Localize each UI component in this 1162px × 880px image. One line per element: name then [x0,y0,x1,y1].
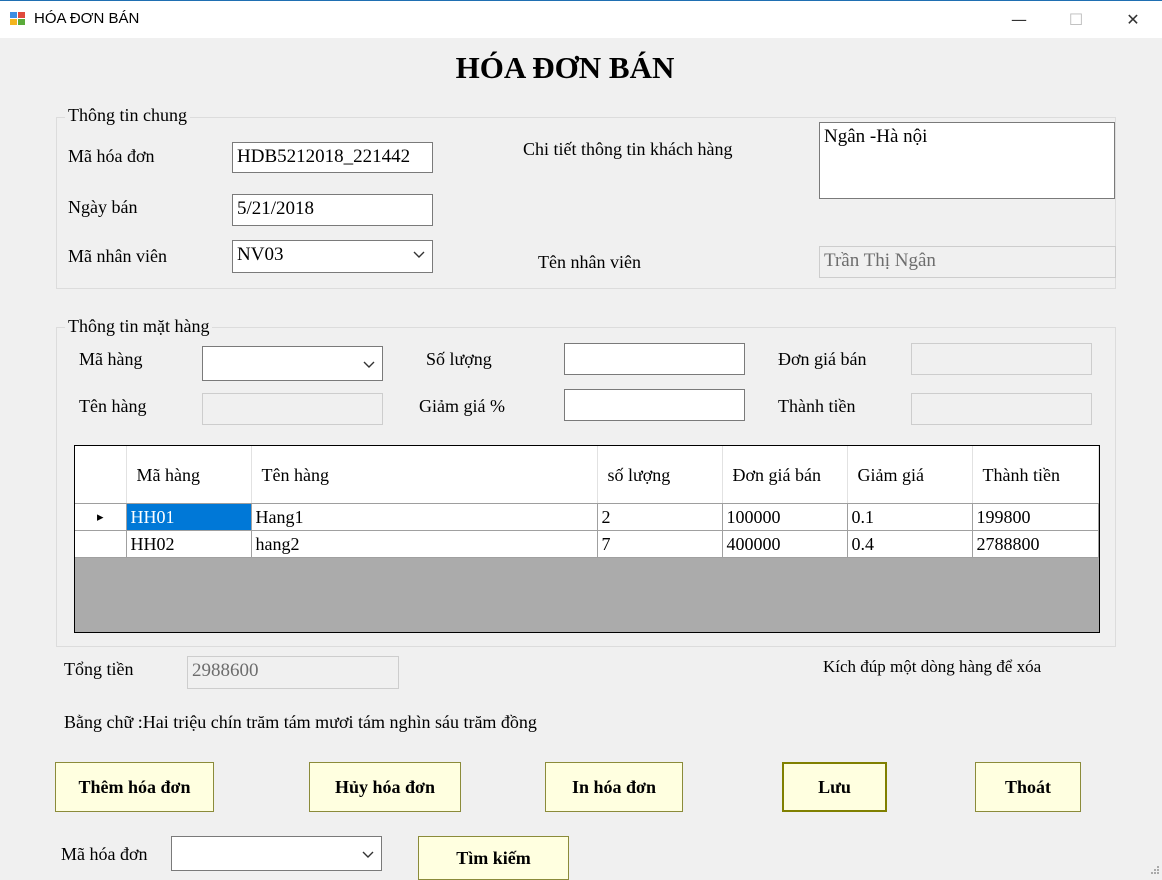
table-cell[interactable]: 2 [597,503,723,531]
amount-field[interactable] [911,393,1092,425]
row-header-corner [75,446,127,504]
employee-id-label: Mã nhân viên [68,246,167,266]
unit-price-label: Đơn giá bán [778,349,867,369]
search-button[interactable]: Tìm kiếm [418,836,569,880]
quantity-label: Số lượng [426,349,492,369]
discount-label: Giảm giá % [419,396,505,416]
total-field[interactable]: 2988600 [187,656,399,689]
discount-field[interactable] [564,389,745,421]
search-invoice-combo[interactable] [171,836,382,871]
search-invoice-label: Mã hóa đơn [61,844,148,864]
table-cell[interactable]: 199800 [972,503,1099,531]
items-grid[interactable]: Mã hàng Tên hàng số lượng Đơn giá bán Gi… [74,445,1100,633]
table-cell[interactable]: 0.4 [847,530,973,558]
close-icon: ✕ [1126,10,1140,29]
add-invoice-button[interactable]: Thêm hóa đơn [55,762,214,812]
table-cell[interactable]: 2788800 [972,530,1099,558]
table-cell[interactable]: HH01 [126,503,252,531]
invoice-id-label: Mã hóa đơn [68,146,155,166]
item-code-combo[interactable] [202,346,383,381]
total-label: Tổng tiền [64,659,134,679]
employee-name-field[interactable]: Trần Thị Ngân [819,246,1116,278]
minimize-icon: — [1011,10,1027,29]
row-header[interactable] [75,530,127,558]
title-bar: HÓA ĐƠN BÁN — ☐ ✕ [0,0,1162,38]
column-header[interactable]: Giảm giá [847,446,973,504]
table-cell[interactable]: 400000 [722,530,848,558]
amount-in-words: Bằng chữ :Hai triệu chín trăm tám mươi t… [64,712,537,732]
maximize-button[interactable]: ☐ [1047,1,1105,38]
employee-name-label: Tên nhân viên [538,252,641,272]
employee-id-value: NV03 [237,244,284,265]
cancel-invoice-button[interactable]: Hủy hóa đơn [309,762,461,812]
app-icon [10,12,25,25]
window-title: HÓA ĐƠN BÁN [34,10,140,27]
chevron-down-icon [362,851,374,858]
delete-hint: Kích đúp một dòng hàng để xóa [823,657,1042,676]
customer-detail-label: Chi tiết thông tin khách hàng [523,139,733,159]
print-invoice-button[interactable]: In hóa đơn [545,762,683,812]
quantity-field[interactable] [564,343,745,375]
maximize-icon: ☐ [1068,10,1084,29]
table-row[interactable]: ▸ HH01 Hang1 2 100000 0.1 199800 [75,503,1099,531]
save-button[interactable]: Lưu [782,762,887,812]
resize-grip-icon[interactable] [1149,864,1159,874]
table-cell[interactable]: 100000 [722,503,848,531]
item-name-label: Tên hàng [79,396,147,416]
grid-header-row: Mã hàng Tên hàng số lượng Đơn giá bán Gi… [75,446,1099,504]
chevron-down-icon [363,361,375,368]
minimize-button[interactable]: — [990,1,1048,38]
column-header[interactable]: Tên hàng [251,446,598,504]
employee-id-combo[interactable]: NV03 [232,240,433,273]
customer-detail-field[interactable]: Ngân -Hà nội [819,122,1115,199]
table-cell[interactable]: 7 [597,530,723,558]
close-button[interactable]: ✕ [1104,1,1162,38]
current-row-indicator-icon[interactable]: ▸ [75,503,127,531]
table-cell[interactable]: hang2 [251,530,598,558]
table-cell[interactable]: Hang1 [251,503,598,531]
form-heading: HÓA ĐƠN BÁN [455,50,675,85]
invoice-id-field[interactable]: HDB5212018_221442 [232,142,433,173]
general-info-legend: Thông tin chung [65,105,190,126]
sale-date-field[interactable]: 5/21/2018 [232,194,433,226]
item-code-label: Mã hàng [79,349,143,369]
table-row[interactable]: HH02 hang2 7 400000 0.4 2788800 [75,530,1099,558]
unit-price-field[interactable] [911,343,1092,375]
items-table: Mã hàng Tên hàng số lượng Đơn giá bán Gi… [75,446,1099,558]
item-info-legend: Thông tin mặt hàng [65,316,213,337]
chevron-down-icon [413,251,425,258]
column-header[interactable]: số lượng [597,446,723,504]
table-cell[interactable]: 0.1 [847,503,973,531]
table-cell[interactable]: HH02 [126,530,252,558]
sale-date-label: Ngày bán [68,197,138,217]
amount-label: Thành tiền [778,396,856,416]
item-name-field[interactable] [202,393,383,425]
column-header[interactable]: Mã hàng [126,446,252,504]
column-header[interactable]: Đơn giá bán [722,446,848,504]
exit-button[interactable]: Thoát [975,762,1081,812]
column-header[interactable]: Thành tiền [972,446,1099,504]
